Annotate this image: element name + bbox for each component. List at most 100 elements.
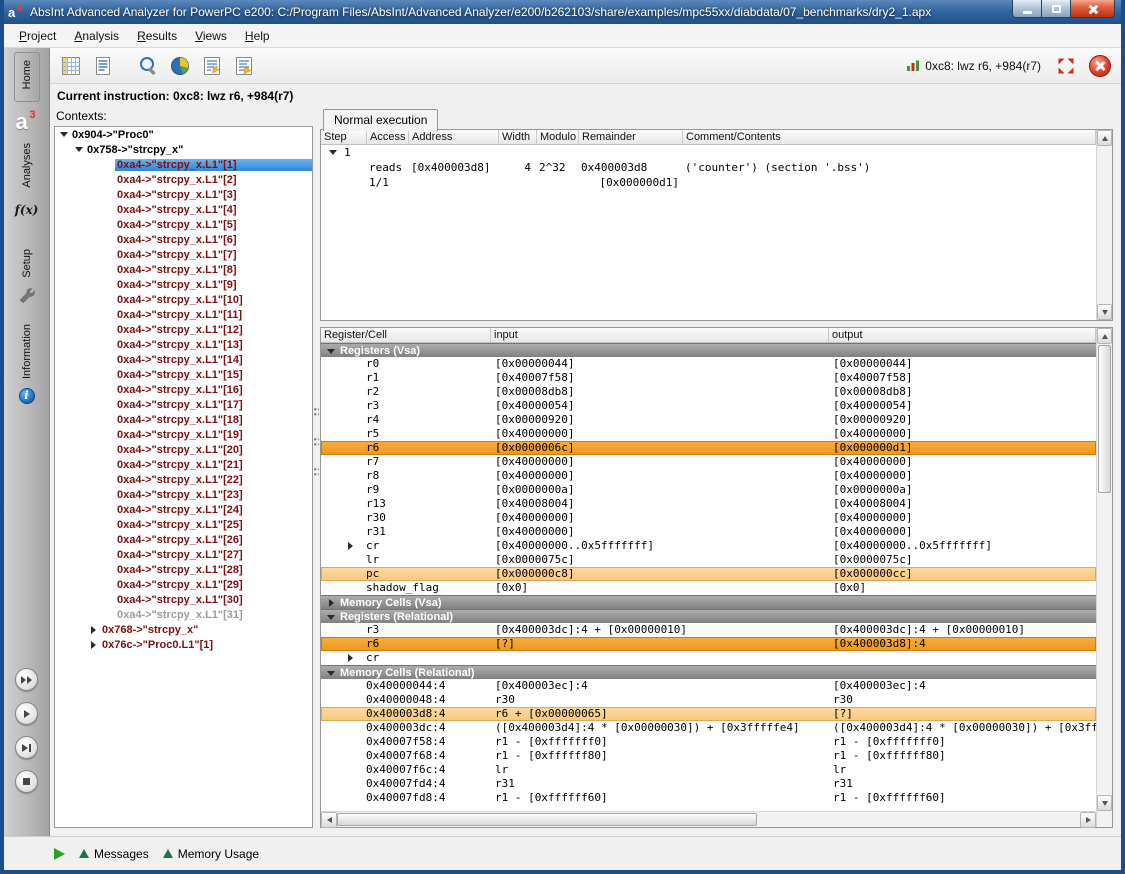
scrollbar-track[interactable] — [1097, 344, 1112, 795]
register-row-r0[interactable]: r0[0x00000044][0x00000044] — [321, 357, 1096, 371]
messages-toggle[interactable]: Messages — [79, 847, 149, 861]
context-tree-item[interactable]: 0xa4->"strcpy_x.L1"[8] — [55, 262, 312, 277]
control-flow-view-button[interactable] — [229, 51, 258, 80]
expand-arrow-icon[interactable] — [72, 147, 85, 152]
register-row-r3[interactable]: r3[0x40000054][0x40000054] — [321, 399, 1096, 413]
run-button[interactable] — [15, 702, 38, 725]
context-tree-item[interactable]: 0xa4->"strcpy_x.L1"[2] — [55, 172, 312, 187]
context-tree-item[interactable]: 0xa4->"strcpy_x.L1"[11] — [55, 307, 312, 322]
register-row-0x40000044-4[interactable]: 0x40000044:4[0x400003ec]:4[0x400003ec]:4 — [321, 679, 1096, 693]
context-tree-item[interactable]: 0xa4->"strcpy_x.L1"[28] — [55, 562, 312, 577]
context-tree-item[interactable]: 0xa4->"strcpy_x.L1"[14] — [55, 352, 312, 367]
scrollbar-track[interactable] — [337, 812, 1080, 827]
worksheet-view-button[interactable] — [56, 51, 85, 80]
context-tree-item[interactable]: 0xa4->"strcpy_x.L1"[31] — [55, 607, 312, 622]
tab-home[interactable]: Home — [14, 52, 40, 102]
context-tree-item[interactable]: 0xa4->"strcpy_x.L1"[26] — [55, 532, 312, 547]
expand-arrow-icon[interactable] — [327, 349, 335, 354]
menu-project[interactable]: Project — [10, 26, 65, 46]
collapse-arrow-icon[interactable] — [87, 626, 100, 634]
context-tree-item[interactable]: 0xa4->"strcpy_x.L1"[29] — [55, 577, 312, 592]
register-row-lr[interactable]: lr[0x0000075c][0x0000075c] — [321, 553, 1096, 567]
scroll-up-button[interactable] — [1097, 328, 1112, 344]
context-tree-item[interactable]: 0xa4->"strcpy_x.L1"[23] — [55, 487, 312, 502]
register-row-r9[interactable]: r9[0x0000000a][0x0000000a] — [321, 483, 1096, 497]
expand-arrow-icon[interactable] — [325, 344, 337, 357]
maximize-button[interactable] — [1041, 0, 1070, 18]
context-tree-item[interactable]: 0xa4->"strcpy_x.L1"[6] — [55, 232, 312, 247]
expand-arrow-icon[interactable] — [326, 150, 339, 155]
menu-analysis[interactable]: Analysis — [65, 26, 128, 46]
expand-view-button[interactable] — [1054, 54, 1078, 78]
register-row-0x40000048-4[interactable]: 0x40000048:4r30r30 — [321, 693, 1096, 707]
section-header-registers-relational-[interactable]: Registers (Relational) — [321, 609, 1096, 623]
column-header-address[interactable]: Address — [409, 130, 499, 145]
stop-button[interactable] — [15, 770, 38, 793]
register-row-r4[interactable]: r4[0x00000920][0x00000920] — [321, 413, 1096, 427]
column-header-output[interactable]: output — [829, 328, 1096, 343]
scrollbar-track[interactable] — [1097, 146, 1112, 304]
register-row-0x40007fd8-4[interactable]: 0x40007fd8:4r1 - [0xffffff60]r1 - [0xfff… — [321, 791, 1096, 805]
tab-fx[interactable]: f(x) — [15, 203, 39, 217]
access-row[interactable]: reads[0x400003d8]42^320x400003d8('counte… — [321, 160, 1096, 175]
context-tree-item[interactable]: 0xa4->"strcpy_x.L1"[18] — [55, 412, 312, 427]
expand-arrow-icon[interactable] — [327, 671, 335, 676]
title-bar[interactable]: a3 AbsInt Advanced Analyzer for PowerPC … — [4, 0, 1121, 24]
context-tree-item[interactable]: 0xa4->"strcpy_x.L1"[30] — [55, 592, 312, 607]
context-tree-item[interactable]: 0x768->"strcpy_x" — [55, 622, 312, 637]
register-row-r30[interactable]: r30[0x40000000][0x40000000] — [321, 511, 1096, 525]
collapse-arrow-icon[interactable] — [329, 599, 334, 607]
register-row-r6[interactable]: r6[0x0000006c][0x000000d1] — [321, 441, 1096, 455]
context-tree-item[interactable]: 0xa4->"strcpy_x.L1"[24] — [55, 502, 312, 517]
memory-usage-toggle[interactable]: Memory Usage — [163, 847, 259, 861]
context-tree-item[interactable]: 0x76c->"Proc0.L1"[1] — [55, 637, 312, 652]
expand-arrow-icon[interactable] — [57, 132, 70, 137]
access-row[interactable]: 1/1[0x000000d1] — [321, 175, 1096, 190]
expand-arrow-icon[interactable] — [75, 147, 83, 152]
execution-vertical-scrollbar[interactable] — [1096, 130, 1112, 320]
scrollbar-thumb[interactable] — [1098, 345, 1111, 493]
register-row-r8[interactable]: r8[0x40000000][0x40000000] — [321, 469, 1096, 483]
context-tree-item[interactable]: 0xa4->"strcpy_x.L1"[7] — [55, 247, 312, 262]
collapse-arrow-icon[interactable] — [91, 626, 96, 634]
disassembly-view-button[interactable] — [197, 51, 226, 80]
register-row-cr[interactable]: cr — [321, 651, 1096, 665]
register-row-r1[interactable]: r1[0x40007f58][0x40007f58] — [321, 371, 1096, 385]
registers-horizontal-scrollbar[interactable] — [321, 811, 1096, 827]
context-tree-item[interactable]: 0xa4->"strcpy_x.L1"[10] — [55, 292, 312, 307]
abort-button[interactable] — [1089, 55, 1111, 77]
column-header-register-cell[interactable]: Register/Cell — [321, 328, 491, 343]
tab-setup[interactable]: Setup — [21, 249, 33, 283]
context-tree-item[interactable]: 0xa4->"strcpy_x.L1"[20] — [55, 442, 312, 457]
registers-vertical-scrollbar[interactable] — [1096, 328, 1112, 811]
context-tree-item[interactable]: 0xa4->"strcpy_x.L1"[1] — [55, 157, 312, 172]
close-button[interactable] — [1070, 0, 1115, 18]
panel-splitter[interactable] — [313, 108, 320, 828]
collapse-arrow-icon[interactable] — [348, 539, 353, 553]
scroll-down-button[interactable] — [1097, 304, 1112, 320]
tab-normal-execution[interactable]: Normal execution — [323, 109, 438, 131]
register-row-0x40007f68-4[interactable]: 0x40007f68:4r1 - [0xffffff80]r1 - [0xfff… — [321, 749, 1096, 763]
context-tree-item[interactable]: 0xa4->"strcpy_x.L1"[13] — [55, 337, 312, 352]
context-tree-item[interactable]: 0xa4->"strcpy_x.L1"[15] — [55, 367, 312, 382]
register-row-r7[interactable]: r7[0x40000000][0x40000000] — [321, 455, 1096, 469]
section-header-memory-cells-vsa-[interactable]: Memory Cells (Vsa) — [321, 595, 1096, 609]
expand-arrow-icon[interactable] — [327, 615, 335, 620]
collapse-arrow-icon[interactable] — [348, 654, 353, 662]
report-view-button[interactable] — [88, 51, 117, 80]
collapse-arrow-icon[interactable] — [87, 641, 100, 649]
context-tree-item[interactable]: 0xa4->"strcpy_x.L1"[27] — [55, 547, 312, 562]
context-tree-item[interactable]: 0xa4->"strcpy_x.L1"[22] — [55, 472, 312, 487]
context-tree-item[interactable]: 0xa4->"strcpy_x.L1"[19] — [55, 427, 312, 442]
column-header-access[interactable]: Access — [367, 130, 409, 145]
column-header-input[interactable]: input — [491, 328, 829, 343]
context-tree-item[interactable]: 0xa4->"strcpy_x.L1"[9] — [55, 277, 312, 292]
expand-arrow-icon[interactable] — [325, 666, 337, 679]
section-header-registers-vsa-[interactable]: Registers (Vsa) — [321, 343, 1096, 357]
menu-views[interactable]: Views — [186, 26, 236, 46]
statistics-pie-button[interactable] — [165, 51, 194, 80]
minimize-button[interactable] — [1012, 0, 1041, 18]
context-tree-item[interactable]: 0xa4->"strcpy_x.L1"[21] — [55, 457, 312, 472]
register-row-r31[interactable]: r31[0x40000000][0x40000000] — [321, 525, 1096, 539]
tab-analyses[interactable]: Analyses — [21, 143, 33, 193]
